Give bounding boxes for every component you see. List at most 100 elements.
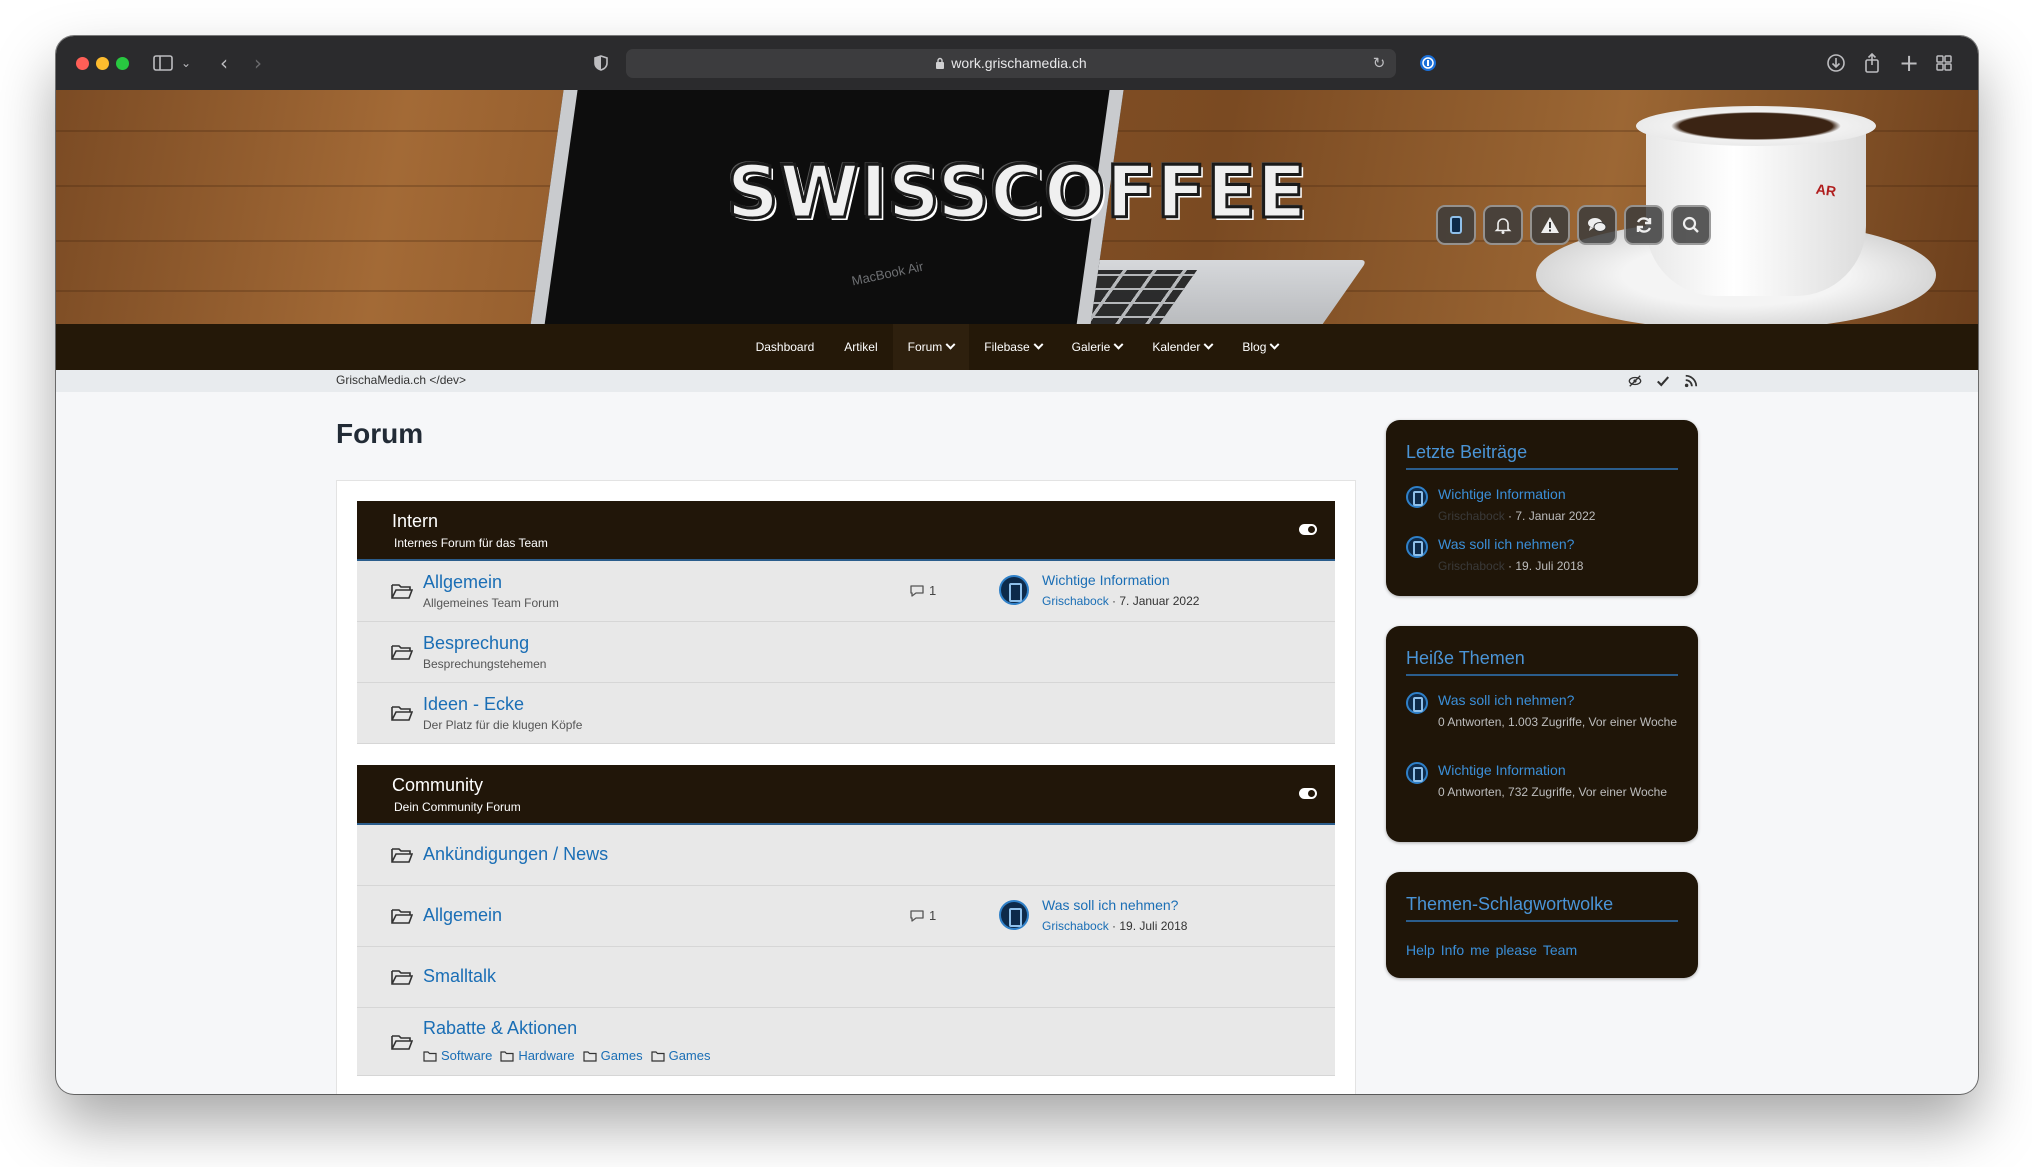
tag-list: Help Info me please Team: [1406, 942, 1577, 958]
back-arrow-icon[interactable]: ‹: [214, 50, 234, 76]
breadcrumb[interactable]: GrischaMedia.ch </dev>: [336, 373, 466, 387]
subboard-label: Hardware: [518, 1048, 575, 1063]
board-description: Der Platz für die klugen Köpfe: [423, 718, 583, 732]
chevron-down-icon: [945, 339, 956, 350]
avatar[interactable]: [1406, 692, 1428, 714]
topic-title[interactable]: Was soll ich nehmen?: [1438, 692, 1574, 708]
forward-arrow-icon[interactable]: ›: [248, 50, 268, 76]
box-divider: [1406, 468, 1678, 470]
password-extension-icon[interactable]: [1418, 50, 1438, 76]
minimize-window-button[interactable]: [96, 57, 109, 70]
address-bar[interactable]: work.grischamedia.ch ↻: [626, 49, 1396, 78]
tag-link[interactable]: me: [1470, 942, 1489, 958]
nav-item-dashboard[interactable]: Dashboard: [741, 324, 830, 370]
reload-icon[interactable]: ↻: [1368, 50, 1390, 76]
mark-read-check-icon[interactable]: [1656, 373, 1670, 392]
topic-title[interactable]: Wichtige Information: [1438, 762, 1566, 778]
privacy-shield-icon[interactable]: [592, 50, 612, 76]
avatar[interactable]: [1406, 762, 1428, 784]
subboard-link[interactable]: Games: [650, 1048, 710, 1063]
board-title[interactable]: Smalltalk: [423, 966, 496, 987]
sync-button[interactable]: [1624, 205, 1664, 245]
url-text: work.grischamedia.ch: [951, 55, 1087, 71]
sidebar-toggle-icon[interactable]: [152, 50, 176, 76]
tag-link[interactable]: Info: [1441, 942, 1464, 958]
avatar[interactable]: [1406, 486, 1428, 508]
header-banner: MacBook Air AR SWISSCOFFEE: [56, 90, 1978, 324]
board-title[interactable]: Besprechung: [423, 633, 529, 654]
section-title[interactable]: Intern: [392, 511, 438, 532]
board-title[interactable]: Ankündigungen / News: [423, 844, 608, 865]
tab-group-chevron-icon[interactable]: ⌄: [180, 50, 192, 76]
zoom-window-button[interactable]: [116, 57, 129, 70]
conversations-button[interactable]: [1577, 205, 1617, 245]
board-row: Rabatte & Aktionen Software Hardware Gam…: [357, 1008, 1335, 1076]
subboard-link[interactable]: Software: [423, 1048, 492, 1063]
tab-overview-icon[interactable]: [1934, 50, 1956, 76]
tag-link[interactable]: please: [1496, 942, 1537, 958]
browser-window: ⌄ ‹ › work.grischamedia.ch ↻ + MacBook A…: [56, 36, 1978, 1094]
list-item: Was soll ich nehmen? 0 Antworten, 1.003 …: [1406, 692, 1678, 752]
nav-item-forum[interactable]: Forum: [892, 324, 970, 370]
notifications-button[interactable]: [1483, 205, 1523, 245]
last-post-title[interactable]: Wichtige Information: [1042, 572, 1170, 588]
sidebar-hot-topics: Heiße Themen Was soll ich nehmen? 0 Antw…: [1386, 626, 1698, 842]
board-title[interactable]: Allgemein: [423, 905, 502, 926]
post-count-value: 1: [929, 583, 937, 598]
downloads-icon[interactable]: [1826, 50, 1848, 76]
post-title[interactable]: Wichtige Information: [1438, 486, 1566, 502]
last-post-meta: Grischabock · 7. Januar 2022: [1042, 594, 1199, 608]
avatar[interactable]: [999, 900, 1029, 930]
last-post-title[interactable]: Was soll ich nehmen?: [1042, 897, 1178, 913]
warning-icon: [1541, 217, 1559, 233]
nav-label: Galerie: [1071, 340, 1111, 354]
user-menu-button[interactable]: [1436, 205, 1476, 245]
share-icon[interactable]: [1862, 50, 1884, 76]
list-item: Was soll ich nehmen? Grischabock · 19. J…: [1406, 536, 1678, 576]
post-user[interactable]: Grischabock: [1438, 559, 1505, 573]
nav-item-filebase[interactable]: Filebase: [969, 324, 1056, 370]
sidebar-latest-posts: Letzte Beiträge Wichtige Information Gri…: [1386, 420, 1698, 596]
user-avatar-icon: [1450, 216, 1462, 234]
board-title[interactable]: Rabatte & Aktionen: [423, 1018, 577, 1039]
close-window-button[interactable]: [76, 57, 89, 70]
last-post-user[interactable]: Grischabock: [1042, 919, 1109, 933]
forum-section-intern: Intern Internes Forum für das Team Allge…: [357, 501, 1335, 744]
avatar[interactable]: [1406, 536, 1428, 558]
tag-link[interactable]: Help: [1406, 942, 1435, 958]
chevron-down-icon: [1113, 339, 1124, 350]
last-post-user[interactable]: Grischabock: [1042, 594, 1109, 608]
nav-label: Forum: [907, 340, 943, 354]
tag-link[interactable]: Team: [1543, 942, 1577, 958]
search-button[interactable]: [1671, 205, 1711, 245]
board-description: Allgemeines Team Forum: [423, 596, 559, 610]
folder-open-icon: [391, 970, 413, 985]
moderation-button[interactable]: [1530, 205, 1570, 245]
box-divider: [1406, 674, 1678, 676]
nav-item-artikel[interactable]: Artikel: [829, 324, 892, 370]
board-title[interactable]: Ideen - Ecke: [423, 694, 524, 715]
collapse-toggle-icon[interactable]: [1299, 524, 1317, 535]
new-tab-plus-icon[interactable]: +: [1898, 50, 1920, 76]
nav-item-galerie[interactable]: Galerie: [1057, 324, 1138, 370]
refresh-icon: [1636, 217, 1652, 233]
hide-eye-icon[interactable]: [1628, 373, 1642, 392]
post-user[interactable]: Grischabock: [1438, 509, 1505, 523]
topic-meta: 0 Antworten, 732 Zugriffe, Vor einer Woc…: [1438, 785, 1668, 799]
nav-item-kalender[interactable]: Kalender: [1137, 324, 1227, 370]
folder-open-icon: [391, 706, 413, 721]
subboard-label: Software: [441, 1048, 493, 1063]
nav-label: Filebase: [984, 340, 1030, 354]
collapse-toggle-icon[interactable]: [1299, 788, 1317, 799]
subboard-link[interactable]: Hardware: [500, 1048, 575, 1063]
folder-icon: [650, 1050, 665, 1062]
board-title[interactable]: Allgemein: [423, 572, 502, 593]
subboard-link[interactable]: Games: [583, 1048, 643, 1063]
nav-item-blog[interactable]: Blog: [1227, 324, 1293, 370]
board-row: Allgemein 1 Was soll ich nehmen? Grischa…: [357, 886, 1335, 947]
post-title[interactable]: Was soll ich nehmen?: [1438, 536, 1574, 552]
nav-label: Artikel: [844, 340, 878, 354]
rss-feed-icon[interactable]: [1684, 373, 1698, 392]
avatar[interactable]: [999, 575, 1029, 605]
section-title[interactable]: Community: [392, 775, 483, 796]
